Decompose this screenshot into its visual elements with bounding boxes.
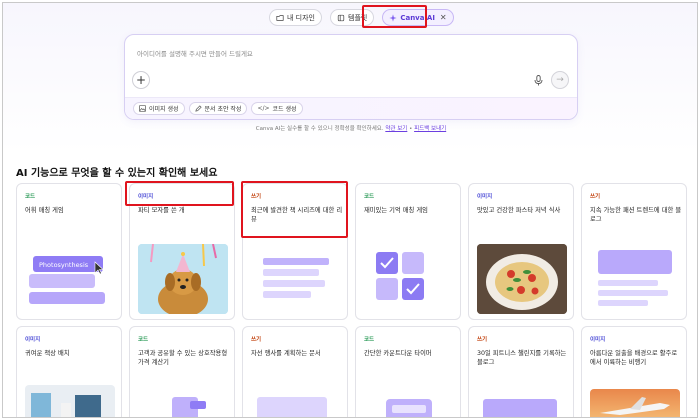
card-tag: 코드 [364,194,375,200]
section-title: AI 기능으로 무엇을 할 수 있는지 확인해 보세요 [16,168,218,179]
example-card[interactable]: 이미지 파티 모자를 쓴 개 [129,183,235,320]
code-icon: </> [257,105,270,112]
card-title: 간단한 카운트다운 타이머 [364,350,432,357]
card-title: 재미있는 기억 매칭 게임 [364,207,428,214]
tab-label: 템플릿 [348,13,368,22]
microphone-icon [534,74,542,85]
top-tabs: 내 디자인 템플릿 Canva AI ✕ [269,9,454,26]
prompt-chips: 이미지 생성 문서 초안 작성 </> 코드 생성 [125,97,577,119]
terms-link[interactable]: 약관 보기 [385,126,407,132]
arrow-right-icon: → [556,75,564,85]
image-icon [139,105,146,112]
card-image [25,385,115,417]
close-icon[interactable]: ✕ [440,13,447,22]
card-tag: 코드 [25,194,36,200]
example-card[interactable]: 쓰기 30일 피트니스 챌린지를 기록하는 블로그 [468,326,574,417]
example-card[interactable]: 코드 간단한 카운트다운 타이머 [355,326,461,417]
card-tag: 쓰기 [590,194,601,200]
card-title: 아름다운 일출을 배경으로 활주로에서 이륙하는 비행기 [590,350,678,366]
folder-icon [276,14,284,21]
example-card[interactable]: 이미지 아름다운 일출을 배경으로 활주로에서 이륙하는 비행기 [581,326,687,417]
chip-generate-image[interactable]: 이미지 생성 [133,102,185,115]
card-title: 30일 피트니스 챌린지를 기록하는 블로그 [477,350,567,366]
card-tag: 이미지 [590,337,606,343]
tab-templates[interactable]: 템플릿 [330,9,375,26]
card-image [477,244,567,314]
example-card[interactable]: 이미지 귀여운 책상 배치 [16,326,122,417]
chip-generate-code[interactable]: </> 코드 생성 [251,102,303,115]
template-icon [337,14,345,21]
card-illustration: Photosynthesis [25,244,115,314]
tab-canva-ai[interactable]: Canva AI ✕ [382,9,454,26]
card-image [138,244,228,314]
chip-label: 코드 생성 [272,106,297,113]
prompt-box: 아이디어를 설명해 주시면 만들어 드릴게요 + → 이미지 생성 문서 초안 … [124,34,578,120]
send-button[interactable]: → [551,71,569,89]
card-illustration [251,387,341,417]
card-title: 지속 가능한 패션 트렌드에 대한 블로그 [590,207,682,223]
card-title: 귀여운 책상 배치 [25,350,70,357]
feedback-link[interactable]: 피드백 보내기 [414,126,446,132]
chip-label: 이미지 생성 [149,106,179,113]
example-card[interactable]: 쓰기 최근에 발견한 책 시리즈에 대한 리뷰 [242,183,348,320]
card-illustration [477,393,567,417]
disclaimer-text: Canva AI는 실수를 할 수 있으니 정확성을 확인하세요. [255,126,384,132]
sparkle-icon [389,13,397,22]
card-title: 파티 모자를 쓴 개 [138,207,185,214]
tab-label: Canva AI [400,13,435,22]
add-button[interactable]: + [132,71,150,89]
card-title: 어휘 매칭 게임 [25,207,64,214]
example-card[interactable]: 코드 고객과 공유할 수 있는 상호작용형 가격 계산기 [129,326,235,417]
disclaimer: Canva AI는 실수를 할 수 있으니 정확성을 확인하세요. 약관 보기 … [3,124,697,132]
card-tag: 코드 [364,337,375,343]
card-title: 자선 행사를 계획하는 문서 [251,350,321,357]
chip-draft-document[interactable]: 문서 초안 작성 [188,102,248,115]
example-card[interactable]: 이미지 맛있고 건강한 파스타 저녁 식사 [468,183,574,320]
plus-icon: + [135,73,147,87]
tab-label: 내 디자인 [287,13,315,22]
card-tag: 쓰기 [477,337,488,343]
card-tag: 이미지 [25,337,41,343]
pen-icon [194,105,202,112]
card-image [590,389,680,417]
card-tag: 코드 [138,337,149,343]
prompt-input[interactable]: 아이디어를 설명해 주시면 만들어 드릴게요 [137,48,253,58]
microphone-button[interactable] [529,71,547,89]
card-tag: 이미지 [477,194,493,200]
card-illustration [364,389,454,417]
card-illustration [590,244,680,314]
card-illustration [251,244,341,314]
illus-word: Photosynthesis [39,261,89,269]
card-tag: 쓰기 [251,337,262,343]
card-illustration [364,244,454,314]
example-card[interactable]: 코드 재미있는 기억 매칭 게임 [355,183,461,320]
example-card[interactable]: 코드 어휘 매칭 게임 Photosynthesis [16,183,122,320]
card-tag: 이미지 [138,194,154,200]
canva-ai-page: 내 디자인 템플릿 Canva AI ✕ 아이디어를 설명해 주시면 만들어 드… [2,2,698,418]
card-tag: 쓰기 [251,194,262,200]
card-illustration [138,389,228,417]
card-title: 최근에 발견한 책 시리즈에 대한 리뷰 [251,207,343,223]
example-card[interactable]: 쓰기 지속 가능한 패션 트렌드에 대한 블로그 [581,183,687,320]
chip-label: 문서 초안 작성 [204,106,242,113]
card-title: 고객과 공유할 수 있는 상호작용형 가격 계산기 [138,350,228,366]
example-card[interactable]: 쓰기 자선 행사를 계획하는 문서 [242,326,348,417]
tab-my-designs[interactable]: 내 디자인 [269,9,322,26]
card-title: 맛있고 건강한 파스타 저녁 식사 [477,207,561,214]
